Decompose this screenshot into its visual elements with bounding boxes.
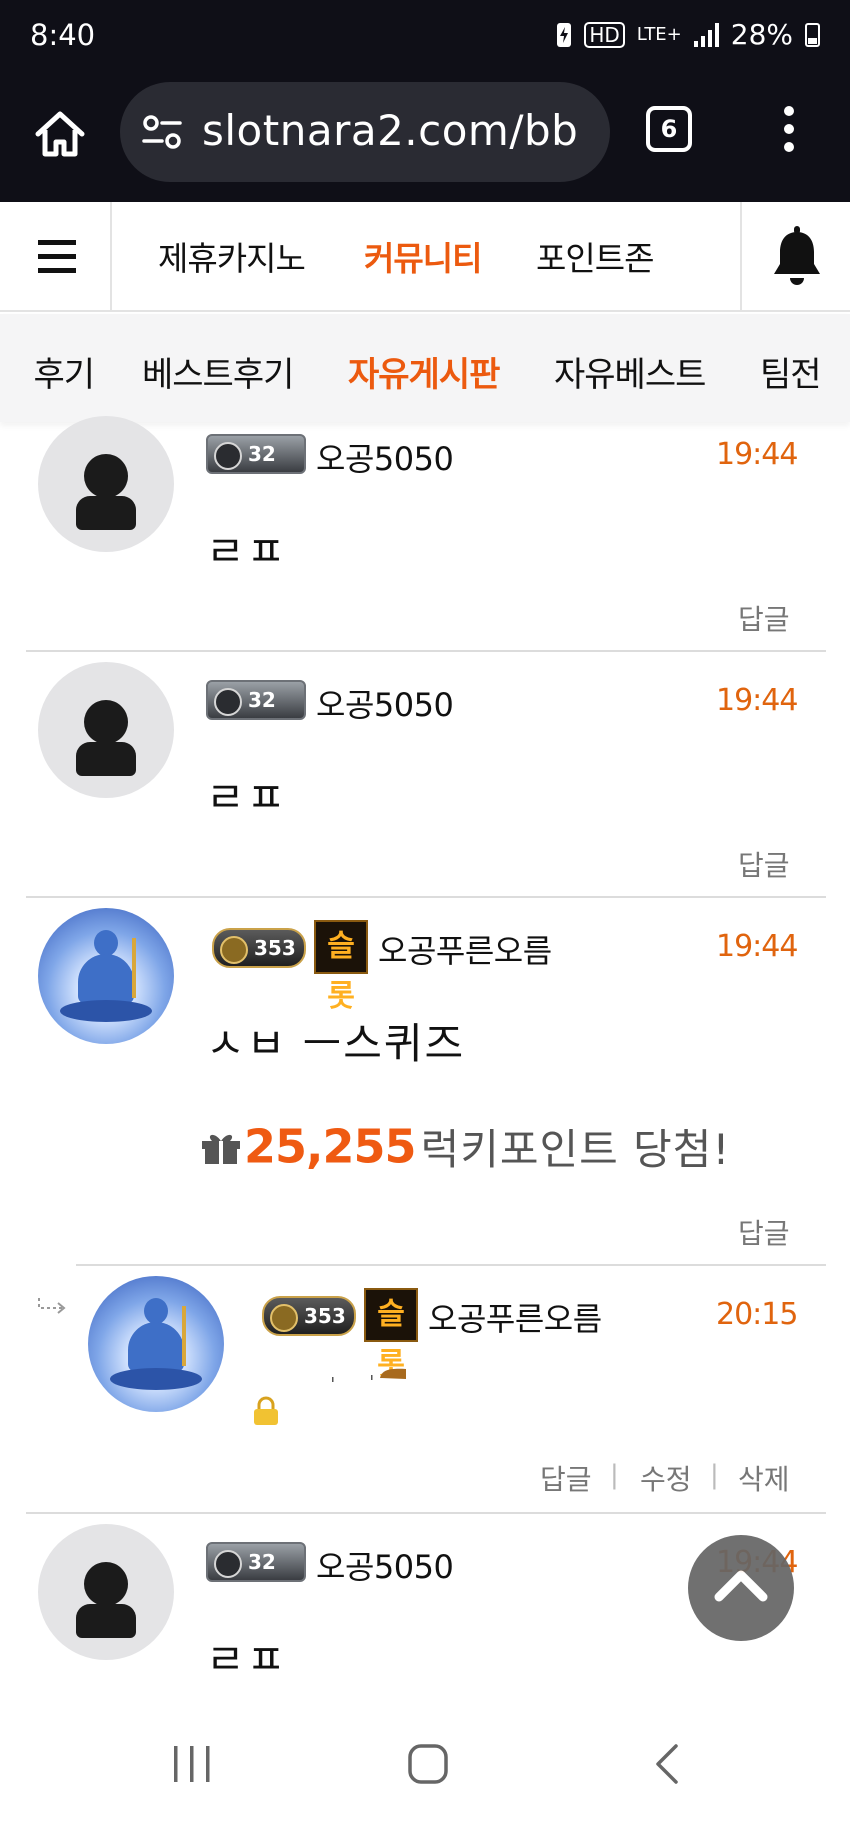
slot-badge: 슬롯	[364, 1288, 418, 1382]
comment-time: 19:44	[716, 683, 798, 718]
comment-text: ㄹㅍ	[206, 527, 288, 576]
divider	[76, 1264, 826, 1266]
level-badge: 32	[206, 1542, 306, 1582]
menu-icon[interactable]	[0, 202, 112, 312]
status-bar: 8:40 HD LTE+ 28%	[0, 0, 850, 74]
main-nav: 제휴카지노 커뮤니티 포인트존	[112, 202, 740, 312]
level-badge: 353	[212, 928, 306, 968]
lucky-point-banner: 25,255 럭키포인트 당첨!	[200, 1116, 730, 1177]
gift-icon	[202, 1134, 240, 1164]
subnav-item-best-review[interactable]: 베스트후기	[142, 347, 294, 396]
subnav-item-team[interactable]: 팀전	[760, 347, 822, 396]
network-label: LTE+	[636, 24, 682, 45]
reply-button[interactable]: 답글	[738, 844, 790, 884]
subnav-item-free-board[interactable]: 자유게시판	[348, 347, 500, 396]
hd-icon: HD	[584, 21, 625, 48]
comment-text: ㅅㅂ ㅡ스퀴즈	[206, 1019, 466, 1068]
chevron-up-icon[interactable]	[688, 1535, 794, 1641]
avatar[interactable]	[38, 416, 174, 552]
notification-button[interactable]	[740, 202, 850, 312]
comment-text: ㄹㅍ	[206, 773, 288, 822]
divider	[26, 896, 826, 898]
status-time: 8:40	[30, 18, 96, 52]
signal-icon	[693, 22, 719, 47]
comment-nickname[interactable]: 오공푸른오름	[428, 1294, 602, 1340]
reply-button[interactable]: 답글	[738, 598, 790, 638]
comment-nickname[interactable]: 오공5050	[316, 680, 454, 726]
reply-button[interactable]: 답글	[540, 1458, 592, 1498]
subnav-item-review[interactable]: 후기	[22, 347, 94, 396]
back-icon[interactable]	[652, 1742, 682, 1786]
site-header: 제휴카지노 커뮤니티 포인트존	[0, 202, 850, 312]
comment-time: 20:15	[716, 1297, 798, 1332]
delete-button[interactable]: 삭제	[738, 1458, 790, 1498]
recent-apps-icon[interactable]	[170, 1744, 214, 1784]
more-vert-icon[interactable]	[784, 106, 796, 152]
battery-icon	[805, 22, 820, 47]
browser-toolbar: slotnara2.com/bb 6	[0, 74, 850, 202]
reply-arrow-icon	[38, 1298, 66, 1314]
lucky-points-value: 25,255	[244, 1119, 417, 1174]
nav-item-partner-casino[interactable]: 제휴카지노	[158, 232, 306, 280]
lock-icon	[254, 1396, 278, 1425]
comment-nickname[interactable]: 오공5050	[316, 1542, 454, 1588]
user-icon	[84, 700, 128, 744]
comment-time: 19:44	[716, 929, 798, 964]
lucky-points-label: 럭키포인트 당첨!	[420, 1125, 731, 1174]
slot-badge: 슬롯	[314, 920, 368, 1014]
sub-nav: 후기 베스트후기 자유게시판 자유베스트 팀전	[0, 314, 850, 422]
subnav-item-free-best[interactable]: 자유베스트	[554, 347, 706, 396]
level-badge: 32	[206, 680, 306, 720]
data-saver-icon	[557, 22, 572, 47]
comment-text: ㄹㅍ	[206, 1635, 288, 1684]
comment-nickname[interactable]: 오공5050	[316, 434, 454, 480]
divider	[26, 1512, 826, 1514]
level-badge: 353	[262, 1296, 356, 1336]
avatar[interactable]	[38, 908, 174, 1044]
tune-icon[interactable]	[142, 114, 182, 150]
blurred-content	[332, 1368, 406, 1382]
avatar[interactable]	[38, 1524, 174, 1660]
nav-item-point-zone[interactable]: 포인트존	[536, 232, 654, 280]
level-badge: 32	[206, 434, 306, 474]
bell-icon[interactable]	[742, 202, 850, 312]
avatar[interactable]	[38, 662, 174, 798]
url-text[interactable]: slotnara2.com/bb	[202, 106, 578, 155]
user-icon	[84, 1562, 128, 1606]
comment-time: 19:44	[716, 437, 798, 472]
avatar[interactable]	[88, 1276, 224, 1412]
battery-percent: 28%	[730, 18, 793, 51]
address-bar[interactable]: slotnara2.com/bb	[120, 82, 610, 182]
reply-button[interactable]: 답글	[738, 1212, 790, 1252]
scroll-top-button[interactable]	[688, 1535, 794, 1641]
home-circle-icon[interactable]	[406, 1742, 450, 1786]
tab-switcher-button[interactable]: 6	[646, 106, 692, 152]
nav-item-community[interactable]: 커뮤니티	[364, 232, 482, 280]
status-icons: HD LTE+ 28%	[556, 18, 820, 51]
user-icon	[84, 454, 128, 498]
home-icon[interactable]	[30, 104, 90, 164]
system-nav-bar	[0, 1700, 850, 1823]
divider	[26, 650, 826, 652]
comment-nickname[interactable]: 오공푸른오름	[378, 926, 552, 972]
edit-button[interactable]: 수정	[640, 1458, 692, 1498]
